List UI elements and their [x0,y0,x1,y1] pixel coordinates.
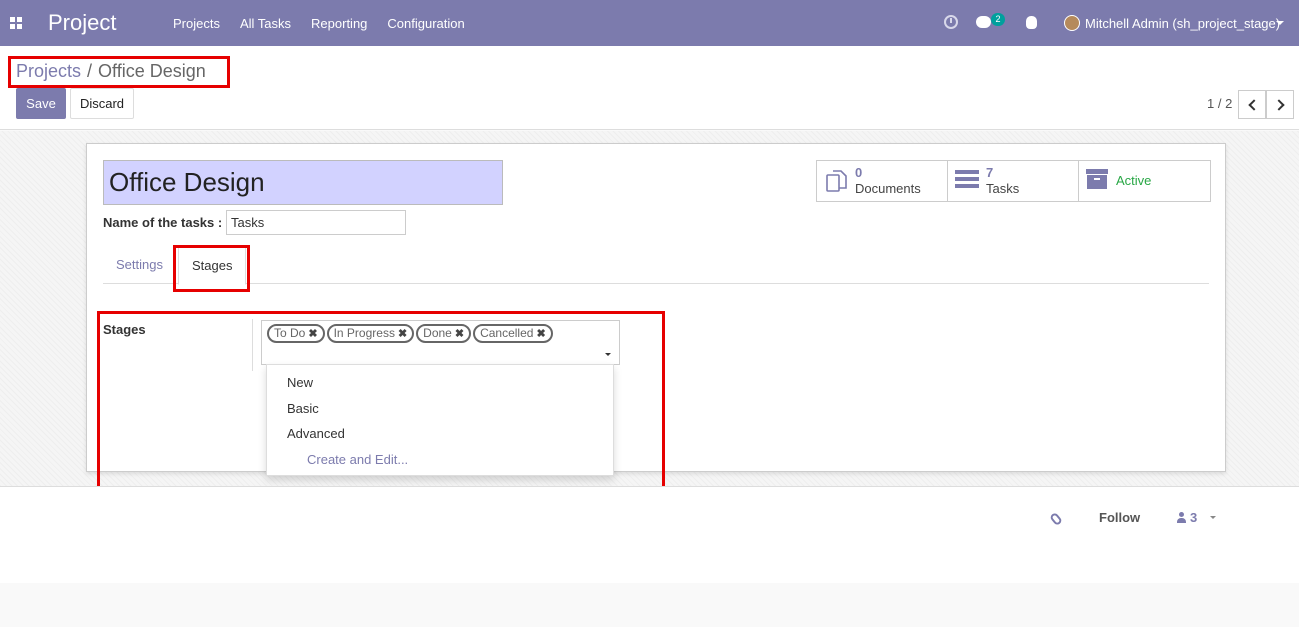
follow-button[interactable]: Follow [1099,510,1140,525]
chatter-bar: Follow 3 [0,486,1299,583]
tasks-count: 7 [986,165,994,180]
clock-icon[interactable] [944,15,958,29]
app-brand[interactable]: Project [48,10,116,36]
caret-down-icon[interactable] [1276,21,1284,25]
avatar[interactable] [1064,15,1080,31]
save-button[interactable]: Save [16,88,66,119]
documents-icon [826,170,847,192]
tasks-name-input[interactable]: Tasks [226,210,406,235]
chat-icon[interactable] [976,16,991,28]
followers-caret-icon[interactable] [1210,516,1216,519]
tasks-label: Tasks [986,181,1020,196]
documents-count: 0 [855,165,863,180]
smart-buttons: 0 Documents 7 Tasks Active [816,160,1211,202]
chevron-left-icon [1247,98,1260,111]
menu-item-reporting[interactable]: Reporting [311,16,367,31]
paperclip-icon[interactable] [1049,511,1063,527]
archive-icon [1086,169,1108,191]
documents-label: Documents [855,181,921,196]
menu-item-configuration[interactable]: Configuration [387,16,464,31]
followers-icon [1177,512,1186,523]
highlight-box-breadcrumb [8,56,230,88]
bug-icon[interactable] [1026,16,1037,29]
followers-count[interactable]: 3 [1190,510,1197,525]
top-navbar: Project Projects All Tasks Reporting Con… [0,0,1299,46]
pager-next-button[interactable] [1266,90,1294,119]
tasks-icon [955,170,979,190]
pager-previous-button[interactable] [1238,90,1266,119]
main-menu: Projects All Tasks Reporting Configurati… [163,16,475,31]
documents-button[interactable]: 0 Documents [817,161,948,201]
project-name-input[interactable]: Office Design [103,160,503,205]
tab-settings[interactable]: Settings [103,246,176,284]
chat-badge: 2 [991,13,1005,26]
user-menu[interactable]: Mitchell Admin (sh_project_stage) [1085,16,1280,31]
tasks-button[interactable]: 7 Tasks [948,161,1079,201]
chevron-right-icon [1272,98,1285,111]
active-toggle-button[interactable]: Active [1079,161,1210,201]
discard-button[interactable]: Discard [70,88,134,119]
active-label: Active [1116,173,1152,188]
menu-item-all-tasks[interactable]: All Tasks [240,16,291,31]
tasks-name-label: Name of the tasks : [103,215,223,230]
notebook-tabs: Settings Stages [103,246,1209,285]
highlight-box-stages-field [97,311,665,491]
apps-grid-icon[interactable] [10,17,22,29]
highlight-box-stages-tab [173,245,250,292]
pager-value: 1 / 2 [1207,96,1233,111]
menu-item-projects[interactable]: Projects [173,16,220,31]
